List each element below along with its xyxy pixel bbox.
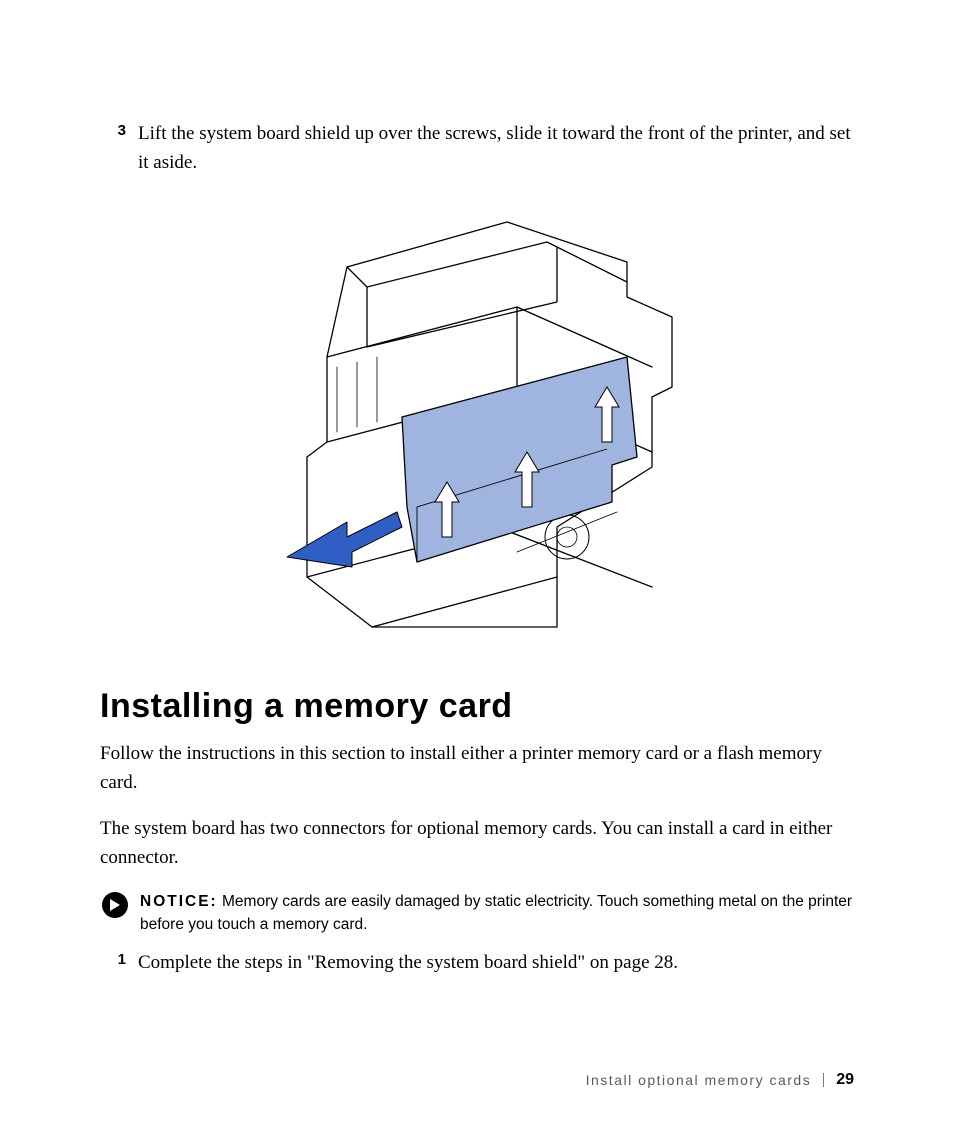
section-title: Installing a memory card — [100, 687, 854, 726]
step-number: 3 — [100, 120, 138, 143]
step-text: Lift the system board shield up over the… — [138, 120, 854, 177]
section-paragraph-1: Follow the instructions in this section … — [100, 740, 854, 797]
page: 3 Lift the system board shield up over t… — [0, 0, 954, 1145]
step-number: 1 — [100, 949, 138, 972]
step-3-row: 3 Lift the system board shield up over t… — [100, 120, 854, 177]
notice-icon — [100, 890, 130, 920]
footer-section-title: Install optional memory cards — [586, 1072, 812, 1088]
step-1-row: 1 Complete the steps in "Removing the sy… — [100, 949, 854, 978]
notice-row: NOTICE: Memory cards are easily damaged … — [100, 890, 854, 937]
step-text: Complete the steps in "Removing the syst… — [138, 949, 854, 978]
section-paragraph-2: The system board has two connectors for … — [100, 815, 854, 872]
figure-printer-shield — [100, 207, 854, 647]
page-footer: Install optional memory cards 29 — [586, 1071, 854, 1089]
notice-body: Memory cards are easily damaged by stati… — [140, 893, 852, 933]
notice-text: NOTICE: Memory cards are easily damaged … — [140, 890, 854, 937]
printer-illustration — [257, 207, 697, 647]
footer-page-number: 29 — [836, 1071, 854, 1089]
notice-label: NOTICE: — [140, 893, 218, 910]
footer-separator — [823, 1073, 824, 1087]
